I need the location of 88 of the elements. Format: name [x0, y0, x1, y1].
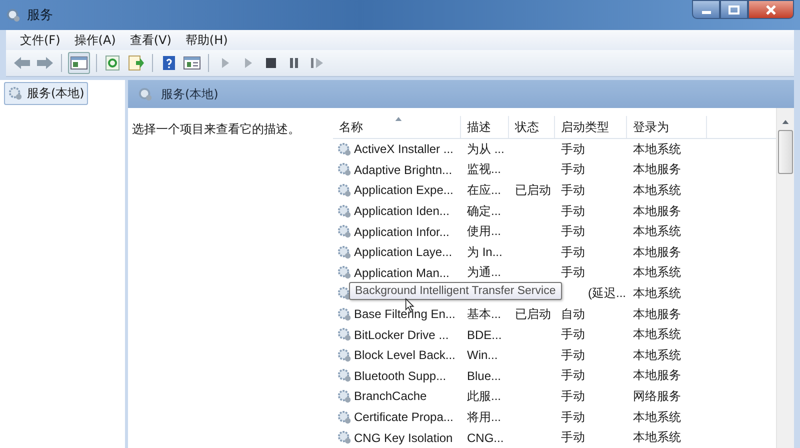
service-name: CNG Key Isolation — [354, 430, 453, 445]
table-cell: 本地系统 — [633, 284, 681, 302]
table-cell: 手动 — [561, 367, 585, 384]
table-cell: 为从 ... — [467, 140, 504, 158]
tooltip: Background Intelligent Transfer Service — [349, 282, 562, 300]
table-cell: 此服... — [467, 388, 502, 405]
table-cell: 手动 — [561, 264, 585, 282]
table-cell: Blue... — [467, 368, 502, 383]
window-title: 服务 — [27, 7, 53, 24]
minimize-button[interactable] — [692, 0, 720, 19]
table-cell: 手动 — [561, 346, 585, 364]
table-cell: CNG... — [467, 430, 504, 445]
table-cell: 本地系统 — [633, 429, 681, 446]
description-text: 选择一个项目来查看它的描述。 — [132, 122, 300, 136]
table-cell: 本地系统 — [633, 140, 681, 158]
service-name: Application Infor... — [354, 224, 450, 239]
table-cell: 本地系统 — [633, 182, 681, 199]
close-icon — [765, 4, 777, 14]
table-cell: 本地服务 — [633, 202, 681, 220]
scrollbar[interactable] — [776, 108, 794, 448]
maximize-button[interactable] — [720, 0, 748, 19]
table-cell: 手动 — [561, 140, 585, 158]
service-name: Base Filtering En... — [354, 307, 456, 322]
table-cell: 基本... — [467, 306, 502, 323]
sort-arrow-icon — [395, 117, 402, 121]
close-button[interactable] — [748, 0, 794, 19]
table-cell: 手动 — [561, 388, 585, 405]
service-name: BitLocker Drive ... — [354, 328, 449, 342]
export-icon[interactable] — [126, 53, 146, 73]
service-name: BranchCache — [354, 389, 427, 404]
table-cell: 手动 — [561, 429, 585, 446]
service-name: ActiveX Installer ... — [354, 142, 454, 156]
panel-title: 服务(本地) — [161, 86, 218, 102]
service-name: Adaptive Brightn... — [354, 162, 452, 177]
table-cell: 手动 — [561, 223, 585, 240]
service-name: Application Iden... — [354, 204, 450, 218]
table-cell: 本地系统 — [633, 326, 681, 344]
table-cell: 监视... — [467, 161, 502, 178]
service-name: Application Laye... — [354, 245, 452, 260]
table-cell: 使用... — [467, 223, 502, 240]
service-name: Application Expe... — [354, 183, 454, 198]
table-cell: 本地服务 — [633, 367, 681, 384]
table-cell: 本地系统 — [633, 346, 681, 364]
minimize-icon — [702, 11, 710, 14]
table-cell: 在应... — [467, 182, 502, 199]
table-cell: 本地系统 — [633, 264, 681, 282]
scroll-up-icon[interactable] — [782, 120, 789, 124]
column-header[interactable]: 状态 — [509, 116, 555, 138]
maximize-icon — [728, 4, 740, 14]
table-cell: BDE... — [467, 328, 502, 342]
table-cell: 手动 — [561, 326, 585, 344]
table-cell: 手动 — [561, 161, 585, 178]
table-cell: 本地服务 — [633, 161, 681, 178]
table-cell: 本地系统 — [633, 408, 681, 426]
table-cell: 自动 — [561, 306, 585, 323]
menu-item[interactable]: 文件(F) — [20, 32, 60, 48]
table-cell: 将用... — [467, 408, 502, 426]
table-cell: Win... — [467, 348, 498, 362]
column-header[interactable]: 启动类型 — [555, 116, 627, 138]
table-cell: 为 In... — [467, 244, 502, 261]
service-name: Block Level Back... — [354, 348, 456, 362]
menu-item[interactable]: 操作(A) — [74, 32, 116, 48]
table-cell: 手动 — [561, 202, 585, 220]
table-cell: 手动 — [561, 182, 585, 199]
table-cell: 网络服务 — [633, 388, 681, 405]
menu-item[interactable]: 查看(V) — [130, 32, 172, 48]
table-cell: 确定... — [467, 202, 502, 220]
console-tree-icon[interactable] — [68, 52, 90, 74]
table-cell: 为通... — [467, 264, 502, 282]
table-cell: 手动 — [561, 244, 585, 261]
table-cell: 手动 — [561, 408, 585, 426]
services-icon — [6, 8, 21, 22]
table-cell: 本地系统 — [633, 223, 681, 240]
table-cell: 已启动 — [515, 306, 551, 323]
column-header[interactable]: 登录为 — [627, 116, 707, 138]
table-cell: 已启动 — [515, 182, 551, 199]
service-name: Application Man... — [354, 266, 450, 280]
menu-item[interactable]: 帮助(H) — [185, 32, 228, 48]
table-cell: 本地服务 — [633, 244, 681, 261]
scroll-thumb[interactable] — [778, 130, 793, 174]
service-name: Bluetooth Supp... — [354, 368, 446, 383]
table-cell: 本地服务 — [633, 306, 681, 323]
column-header[interactable]: 描述 — [461, 116, 509, 138]
column-header[interactable]: 名称 — [333, 116, 461, 138]
tree-label: 服务(本地) — [27, 85, 84, 102]
table-cell: (延迟... — [588, 284, 626, 302]
service-name: Certificate Propa... — [354, 410, 454, 424]
tree-item[interactable]: 服务(本地) — [4, 82, 88, 105]
